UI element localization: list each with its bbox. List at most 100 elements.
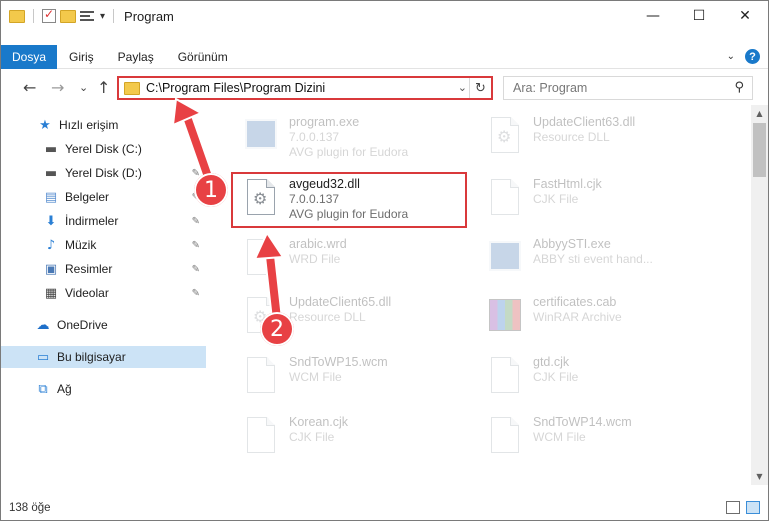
address-path[interactable]: C:\Program Files\Program Dizini [146, 81, 325, 95]
file-tile[interactable]: gtd.cjk CJK File [477, 349, 717, 405]
dll-icon: ⚙ [485, 115, 525, 159]
address-bar[interactable]: C:\Program Files\Program Dizini ⌄ ↻ [117, 76, 493, 100]
tab-view[interactable]: Görünüm [166, 45, 240, 69]
tiles-view-icon[interactable] [746, 501, 760, 514]
pin-icon[interactable]: ✎ [192, 288, 200, 299]
file-tile[interactable]: FastHtml.cjk CJK File [477, 171, 717, 227]
sidebar-item-documents[interactable]: ▤ Belgeler ✎ [1, 186, 206, 208]
minimize-button[interactable]: — [630, 1, 676, 31]
navigation-bar: ← → ⌄ ↑ C:\Program Files\Program Dizini … [1, 74, 768, 102]
sidebar-item-label: Yerel Disk (D:) [65, 166, 142, 180]
winrar-icon [485, 295, 525, 339]
documents-icon: ▤ [44, 189, 58, 205]
recent-locations-chevron-icon[interactable]: ⌄ [79, 81, 88, 94]
sidebar-item-videos[interactable]: ▦ Videolar ✎ [1, 282, 206, 304]
drive-icon: ▬ [44, 141, 58, 157]
file-type: ABBY sti event hand... [533, 252, 653, 266]
file-icon [241, 415, 281, 459]
sidebar-item-label: Müzik [65, 238, 97, 252]
quick-access-toolbar: ▾ [9, 7, 118, 23]
file-type: Resource DLL [289, 310, 366, 324]
new-folder-icon[interactable] [60, 9, 76, 23]
computer-icon: ▭ [36, 349, 50, 365]
close-button[interactable]: ✕ [722, 1, 768, 31]
file-icon [485, 355, 525, 399]
file-explorer-window: ▾ Program — ☐ ✕ Dosya Giriş Paylaş Görün… [0, 0, 769, 521]
forward-arrow-icon[interactable]: → [51, 78, 64, 97]
sidebar-item-music[interactable]: ♪ Müzik ✎ [1, 234, 206, 256]
sidebar-item-downloads[interactable]: ⬇ İndirmeler ✎ [1, 210, 206, 232]
tab-home[interactable]: Giriş [57, 45, 106, 69]
up-arrow-icon[interactable]: ↑ [97, 78, 110, 97]
file-name: gtd.cjk [533, 355, 570, 369]
sidebar-item-network[interactable]: ⧉ Ağ [1, 378, 206, 400]
item-count: 138 öğe [9, 502, 51, 514]
pin-icon[interactable]: ✎ [192, 264, 200, 275]
file-tile[interactable]: arabic.wrd WRD File [233, 231, 473, 287]
properties-icon[interactable] [80, 9, 96, 23]
music-icon: ♪ [46, 237, 56, 253]
details-view-icon[interactable] [726, 501, 740, 514]
file-type: WinRAR Archive [533, 310, 622, 324]
tab-share[interactable]: Paylaş [106, 45, 166, 69]
file-type: WCM File [289, 370, 342, 384]
search-input[interactable]: Ara: Program ⚲ [503, 76, 753, 100]
file-tile[interactable]: AbbyySTI.exe ABBY sti event hand... [477, 231, 717, 287]
file-tile[interactable]: certificates.cab WinRAR Archive [477, 289, 717, 345]
sidebar-item-onedrive[interactable]: ☁ OneDrive [1, 314, 206, 336]
maximize-button[interactable]: ☐ [676, 1, 722, 31]
customize-toolbar-chevron-icon[interactable]: ▾ [100, 11, 105, 22]
pin-icon[interactable]: ✎ [192, 216, 200, 227]
scrollbar-thumb[interactable] [753, 123, 766, 177]
file-type: Resource DLL [533, 130, 610, 144]
file-icon [485, 415, 525, 459]
sidebar-item-local-disk-c[interactable]: ▬ Yerel Disk (C:) ✎ [1, 138, 206, 160]
sidebar-item-label: Ağ [57, 382, 72, 396]
network-icon: ⧉ [38, 381, 48, 397]
address-history-chevron-icon[interactable]: ⌄ [458, 81, 467, 94]
sidebar-item-label: Hızlı erişim [59, 118, 119, 132]
expand-ribbon-chevron-icon[interactable]: ⌄ [727, 51, 735, 62]
file-icon [241, 237, 281, 281]
videos-icon: ▦ [44, 285, 58, 301]
file-tile[interactable]: program.exe 7.0.0.137 AVG plugin for Eud… [233, 109, 473, 165]
downloads-icon: ⬇ [45, 213, 57, 229]
file-tile[interactable]: ⚙ UpdateClient63.dll Resource DLL [477, 109, 717, 165]
tab-file[interactable]: Dosya [1, 44, 57, 69]
file-name: UpdateClient63.dll [533, 115, 636, 129]
sidebar-item-quick-access[interactable]: ★ Hızlı erişim [1, 114, 206, 136]
back-arrow-icon[interactable]: ← [23, 78, 36, 97]
file-name: AbbyySTI.exe [533, 237, 611, 251]
navigation-pane: ★ Hızlı erişim ▬ Yerel Disk (C:) ✎ ▬ Yer… [1, 109, 206, 489]
sidebar-item-label: Yerel Disk (C:) [65, 142, 142, 156]
sidebar-item-this-pc[interactable]: ▭ Bu bilgisayar [1, 346, 206, 368]
file-tile[interactable]: SndToWP14.wcm WCM File [477, 409, 717, 465]
file-name: SndToWP14.wcm [533, 415, 632, 429]
scroll-up-arrow-icon[interactable]: ▲ [751, 105, 768, 122]
ribbon-tabs: Dosya Giriş Paylaş Görünüm ⌄ ? [1, 44, 768, 69]
window-controls: — ☐ ✕ [630, 1, 768, 31]
drive-icon: ▬ [44, 165, 58, 181]
sidebar-item-pictures[interactable]: ▣ Resimler ✎ [1, 258, 206, 280]
pin-icon[interactable]: ✎ [192, 144, 200, 155]
sidebar-item-local-disk-d[interactable]: ▬ Yerel Disk (D:) ✎ [1, 162, 206, 184]
window-title: Program [124, 8, 174, 24]
file-name: program.exe [289, 115, 360, 129]
file-description: AVG plugin for Eudora [289, 145, 409, 159]
folder-icon [9, 9, 25, 23]
file-name: certificates.cab [533, 295, 617, 309]
refresh-icon[interactable]: ↻ [469, 78, 491, 98]
file-icon [241, 355, 281, 399]
vertical-scrollbar[interactable]: ▲ ▼ [751, 105, 768, 485]
search-icon[interactable]: ⚲ [734, 80, 744, 95]
properties-check-icon[interactable] [42, 7, 56, 23]
file-tile[interactable]: SndToWP15.wcm WCM File [233, 349, 473, 405]
file-type: WCM File [533, 430, 586, 444]
sidebar-item-label: Videolar [65, 286, 109, 300]
pin-icon[interactable]: ✎ [192, 240, 200, 251]
help-icon[interactable]: ? [745, 49, 760, 64]
scroll-down-arrow-icon[interactable]: ▼ [751, 468, 768, 485]
file-name: Korean.cjk [289, 415, 349, 429]
file-list: program.exe 7.0.0.137 AVG plugin for Eud… [225, 105, 740, 485]
file-tile[interactable]: Korean.cjk CJK File [233, 409, 473, 465]
